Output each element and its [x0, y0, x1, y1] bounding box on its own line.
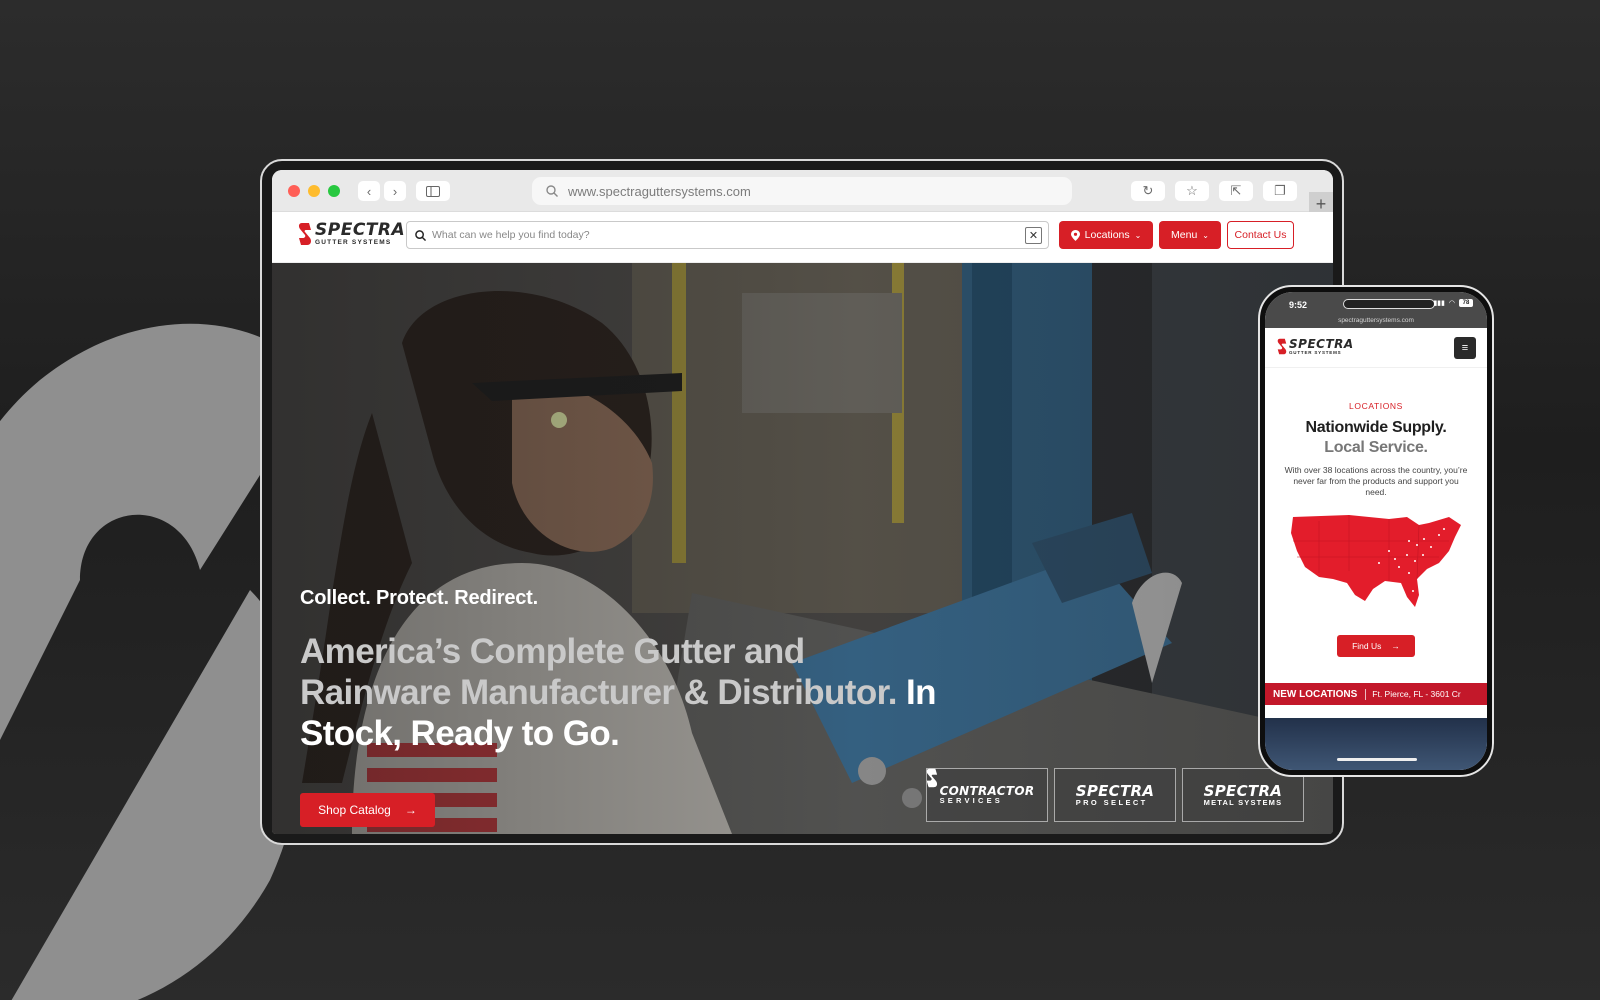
- phone-url[interactable]: spectraguttersystems.com: [1265, 317, 1487, 324]
- brand-tiles: CONTRACTOR SERVICES SPECTRA PRO SELECT S…: [926, 768, 1304, 822]
- chevron-down-icon: ⌄: [1202, 230, 1209, 240]
- hamburger-menu-icon[interactable]: ≡: [1454, 337, 1476, 359]
- locations-button[interactable]: Locations ⌄: [1059, 221, 1153, 249]
- locations-eyebrow: LOCATIONS: [1349, 401, 1403, 411]
- logo-name: SPECTRA: [315, 220, 406, 240]
- brand-tile-pro-select[interactable]: SPECTRA PRO SELECT: [926, 768, 1176, 822]
- back-icon[interactable]: ‹: [358, 181, 380, 201]
- locations-body: With over 38 locations across the countr…: [1284, 465, 1468, 497]
- status-time: 9:52: [1289, 300, 1308, 310]
- wifi-icon: ◠: [1448, 300, 1455, 307]
- star-icon[interactable]: ☆: [1175, 181, 1209, 201]
- search-icon: [546, 185, 558, 197]
- sidebar-icon[interactable]: [416, 181, 450, 201]
- brand-name: SPECTRA: [1075, 781, 1155, 800]
- logo-name: SPECTRA: [1289, 337, 1354, 351]
- phone-status-bar: 9:52 ▮▮▮ ◠ 78 spectraguttersystems.com: [1265, 292, 1487, 328]
- spectra-logo[interactable]: SPECTRA GUTTER SYSTEMS: [1277, 338, 1354, 356]
- menu-label: Menu: [1171, 229, 1198, 241]
- hero-section: Collect. Protect. Redirect. America’s Co…: [272, 263, 1333, 834]
- signal-icon: ▮▮▮: [1433, 300, 1445, 307]
- spectra-logo[interactable]: SPECTRA GUTTER SYSTEMS: [298, 222, 405, 247]
- tabs-icon[interactable]: ❐: [1263, 181, 1297, 201]
- logo-subtitle: GUTTER SYSTEMS: [315, 239, 392, 246]
- forward-icon[interactable]: ›: [384, 181, 406, 201]
- phone-screen: 9:52 ▮▮▮ ◠ 78 spectraguttersystems.com S…: [1265, 292, 1487, 770]
- find-us-button[interactable]: Find Us →: [1337, 635, 1415, 657]
- maximize-window-button[interactable]: [328, 185, 340, 197]
- locations-label: Locations: [1084, 229, 1130, 241]
- chevron-down-icon: ⌄: [1134, 230, 1142, 240]
- locations-title-line2: Local Service.: [1324, 439, 1428, 456]
- find-us-label: Find Us: [1352, 641, 1382, 651]
- menu-button[interactable]: Menu ⌄: [1159, 221, 1221, 249]
- site-header: SPECTRA GUTTER SYSTEMS What can we help …: [272, 212, 1333, 263]
- locations-title-line1: Nationwide Supply.: [1305, 419, 1447, 436]
- browser-window: ‹ › www.spectraguttersystems.com ↻ ☆ ⇱ ❐…: [272, 170, 1333, 834]
- browser-toolbar: ‹ › www.spectraguttersystems.com ↻ ☆ ⇱ ❐…: [272, 170, 1333, 216]
- site-search-input[interactable]: What can we help you find today? ✕: [406, 221, 1049, 249]
- search-placeholder: What can we help you find today?: [432, 229, 590, 241]
- brand-sub: PRO SELECT: [1075, 797, 1148, 807]
- arrow-right-icon: →: [1391, 641, 1400, 651]
- share-icon[interactable]: ⇱: [1219, 181, 1253, 201]
- dynamic-island: [1343, 299, 1435, 309]
- spectra-s-logo-icon: [1277, 338, 1287, 355]
- reload-icon[interactable]: ↻: [1131, 181, 1165, 201]
- logo-subtitle: GUTTER SYSTEMS: [1289, 350, 1342, 355]
- url-text: www.spectraguttersystems.com: [568, 183, 751, 199]
- search-icon: [415, 229, 426, 241]
- hero-tagline: Collect. Protect. Redirect.: [300, 587, 538, 609]
- address-bar[interactable]: www.spectraguttersystems.com: [532, 177, 1072, 205]
- mobile-site-header: SPECTRA GUTTER SYSTEMS ≡: [1265, 328, 1487, 368]
- clear-search-button[interactable]: ✕: [1025, 227, 1042, 244]
- mobile-footer-image: [1265, 718, 1487, 770]
- shop-catalog-label: Shop Catalog: [318, 803, 391, 817]
- brand-tile-contractor-services[interactable]: CONTRACTOR SERVICES: [926, 768, 1048, 822]
- brand-sub: SERVICES: [939, 796, 1003, 806]
- new-locations-text[interactable]: Ft. Pierce, FL - 3601 Cr: [1366, 689, 1461, 699]
- new-locations-ticker: NEW LOCATIONS Ft. Pierce, FL - 3601 Cr: [1265, 683, 1487, 705]
- map-pin-icon: [1070, 229, 1080, 241]
- arrow-right-icon: →: [404, 803, 417, 817]
- hero-headline-grey: America’s Complete Gutter and Rainware M…: [300, 632, 897, 712]
- home-indicator: [1337, 758, 1417, 761]
- battery-icon: 78: [1459, 299, 1473, 307]
- close-window-button[interactable]: [288, 185, 300, 197]
- contact-us-button[interactable]: Contact Us: [1227, 221, 1294, 249]
- minimize-window-button[interactable]: [308, 185, 320, 197]
- brand-sub: METAL SYSTEMS: [1203, 797, 1283, 807]
- brand-name: SPECTRA: [1203, 781, 1283, 800]
- hero-headline: America’s Complete Gutter and Rainware M…: [300, 631, 940, 754]
- contact-label: Contact Us: [1234, 229, 1287, 241]
- shop-catalog-button[interactable]: Shop Catalog →: [300, 793, 435, 827]
- spectra-s-logo-icon: [926, 768, 937, 788]
- us-locations-map: [1291, 515, 1461, 607]
- spectra-s-logo-icon: [298, 223, 311, 246]
- new-locations-label: NEW LOCATIONS: [1265, 688, 1367, 700]
